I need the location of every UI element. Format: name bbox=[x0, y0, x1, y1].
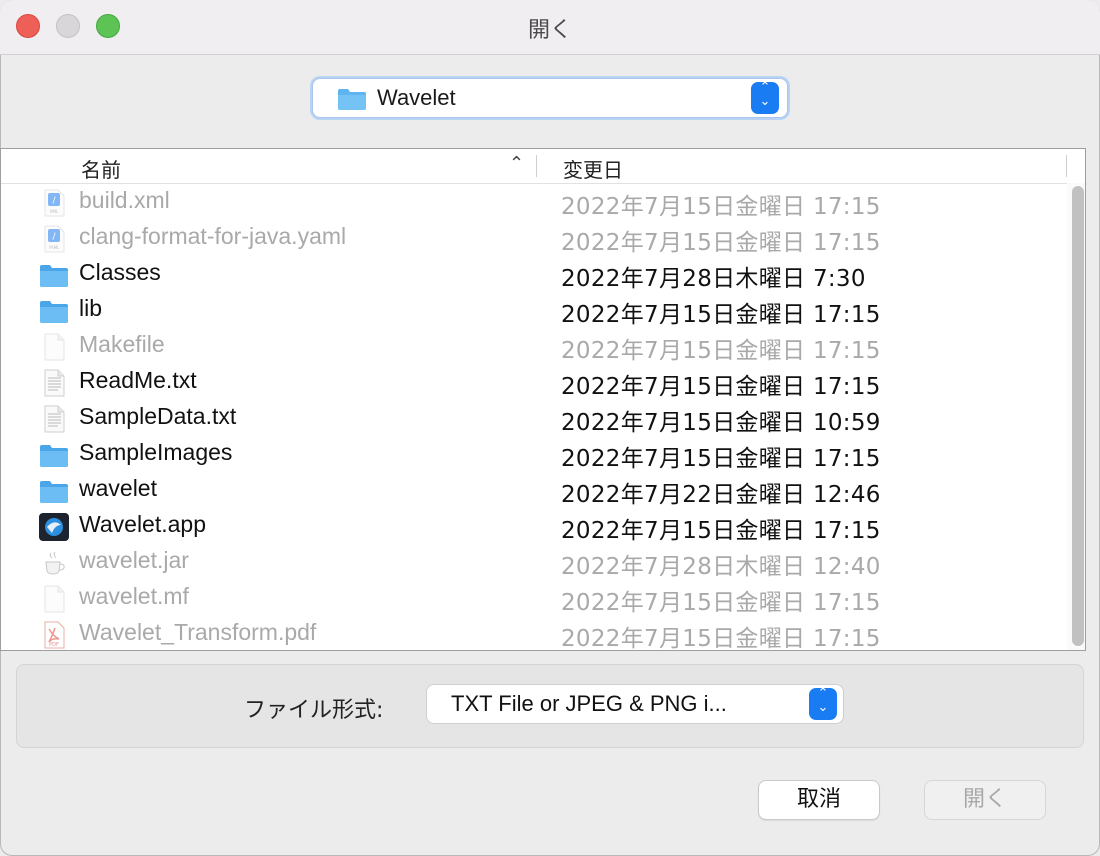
file-name: ReadMe.txt bbox=[79, 367, 197, 393]
svg-text:XML: XML bbox=[50, 209, 59, 214]
file-row: PDF Wavelet_Transform.pdf 2022年7月15日金曜日 17… bbox=[1, 617, 1067, 653]
column-divider[interactable] bbox=[536, 155, 537, 177]
file-type-value: TXT File or JPEG & PNG i... bbox=[451, 691, 727, 716]
file-name: Wavelet.app bbox=[79, 511, 206, 537]
open-dialog: 開く Wavelet ⌃ ⌄ 名前 ⌃ 変更日 / XML build.xml 202… bbox=[0, 0, 1100, 856]
file-name: clang-format-for-java.yaml bbox=[79, 223, 347, 249]
file-date: 2022年7月15日金曜日 17:15 bbox=[561, 194, 881, 220]
folder-icon bbox=[39, 297, 69, 325]
file-name: Classes bbox=[79, 259, 161, 285]
column-name[interactable]: 名前 bbox=[81, 154, 121, 183]
file-date: 2022年7月15日金曜日 17:15 bbox=[561, 302, 881, 328]
svg-text:PDF: PDF bbox=[49, 642, 59, 648]
file-name: SampleData.txt bbox=[79, 403, 237, 429]
folder-icon bbox=[39, 261, 69, 289]
file-row[interactable]: SampleData.txt 2022年7月15日金曜日 10:59 bbox=[1, 401, 1067, 437]
file-row: / XML build.xml 2022年7月15日金曜日 17:15 bbox=[1, 185, 1067, 221]
file-name: Wavelet_Transform.pdf bbox=[79, 619, 317, 645]
open-button[interactable]: 開く bbox=[924, 780, 1046, 820]
svg-text:YAML: YAML bbox=[48, 245, 60, 250]
sort-ascending-icon[interactable]: ⌃ bbox=[509, 153, 524, 174]
yaml-file-icon: / YAML bbox=[39, 225, 69, 253]
file-name: wavelet.jar bbox=[79, 547, 189, 573]
folder-icon bbox=[39, 441, 69, 469]
pdf-file-icon: PDF bbox=[39, 621, 69, 649]
file-date: 2022年7月22日金曜日 12:46 bbox=[561, 482, 881, 508]
file-row[interactable]: lib 2022年7月15日金曜日 17:15 bbox=[1, 293, 1067, 329]
window-title: 開く bbox=[527, 18, 572, 43]
file-date: 2022年7月15日金曜日 17:15 bbox=[561, 590, 881, 616]
file-type-popup[interactable]: TXT File or JPEG & PNG i... ⌃ ⌄ bbox=[426, 684, 844, 724]
file-name: wavelet.mf bbox=[79, 583, 189, 609]
column-date-modified[interactable]: 変更日 bbox=[563, 154, 623, 183]
file-date: 2022年7月28日木曜日 7:30 bbox=[561, 266, 866, 292]
title-bar: 開く bbox=[0, 0, 1100, 55]
file-name: lib bbox=[79, 295, 103, 321]
file-date: 2022年7月15日金曜日 17:15 bbox=[561, 446, 881, 472]
chevron-down-icon: ⌄ bbox=[817, 700, 829, 715]
file-row: wavelet.mf 2022年7月15日金曜日 17:15 bbox=[1, 581, 1067, 617]
folder-icon bbox=[338, 89, 366, 110]
file-row: Makefile 2022年7月15日金曜日 17:15 bbox=[1, 329, 1067, 365]
file-type-stepper[interactable]: ⌃ ⌄ bbox=[809, 687, 837, 720]
app-icon bbox=[39, 513, 69, 541]
location-popup[interactable]: Wavelet ⌃ ⌄ bbox=[312, 78, 788, 118]
file-date: 2022年7月15日金曜日 17:15 bbox=[561, 230, 881, 256]
file-row[interactable]: Classes 2022年7月28日木曜日 7:30 bbox=[1, 257, 1067, 293]
file-type-label: ファイル形式: bbox=[244, 698, 384, 723]
file-date: 2022年7月15日金曜日 17:15 bbox=[561, 374, 881, 400]
file-row: / YAML clang-format-for-java.yaml 2022年7月15… bbox=[1, 221, 1067, 257]
column-divider[interactable] bbox=[1066, 155, 1067, 177]
file-date: 2022年7月15日金曜日 10:59 bbox=[561, 410, 881, 436]
file-list[interactable]: 名前 ⌃ 変更日 / XML build.xml 2022年7月15日金曜日 17:1… bbox=[0, 148, 1086, 653]
java-coffee-icon bbox=[39, 549, 69, 577]
scrollbar-thumb[interactable] bbox=[1072, 186, 1084, 646]
file-date: 2022年7月15日金曜日 17:15 bbox=[561, 518, 881, 544]
blank-file-icon bbox=[39, 585, 69, 613]
text-file-icon bbox=[39, 405, 69, 433]
chevron-down-icon: ⌄ bbox=[759, 94, 771, 109]
cancel-button[interactable]: 取消 bbox=[758, 780, 880, 820]
file-name: SampleImages bbox=[79, 439, 233, 465]
file-name: wavelet bbox=[79, 475, 157, 501]
blank-file-icon bbox=[39, 333, 69, 361]
location-stepper[interactable]: ⌃ ⌄ bbox=[751, 81, 779, 114]
folder-icon bbox=[39, 477, 69, 505]
text-file-icon bbox=[39, 369, 69, 397]
column-header: 名前 ⌃ 変更日 bbox=[1, 149, 1085, 184]
xml-file-icon: / XML bbox=[39, 189, 69, 217]
file-row[interactable]: wavelet 2022年7月22日金曜日 12:46 bbox=[1, 473, 1067, 509]
file-date: 2022年7月15日金曜日 17:15 bbox=[561, 626, 881, 652]
file-row[interactable]: SampleImages 2022年7月15日金曜日 17:15 bbox=[1, 437, 1067, 473]
file-row[interactable]: ReadMe.txt 2022年7月15日金曜日 17:15 bbox=[1, 365, 1067, 401]
file-date: 2022年7月28日木曜日 12:40 bbox=[561, 554, 881, 580]
file-name: build.xml bbox=[79, 187, 170, 213]
location-label: Wavelet bbox=[377, 85, 456, 110]
file-name: Makefile bbox=[79, 331, 165, 357]
file-date: 2022年7月15日金曜日 17:15 bbox=[561, 338, 881, 364]
file-row: wavelet.jar 2022年7月28日木曜日 12:40 bbox=[1, 545, 1067, 581]
file-row[interactable]: Wavelet.app 2022年7月15日金曜日 17:15 bbox=[1, 509, 1067, 545]
